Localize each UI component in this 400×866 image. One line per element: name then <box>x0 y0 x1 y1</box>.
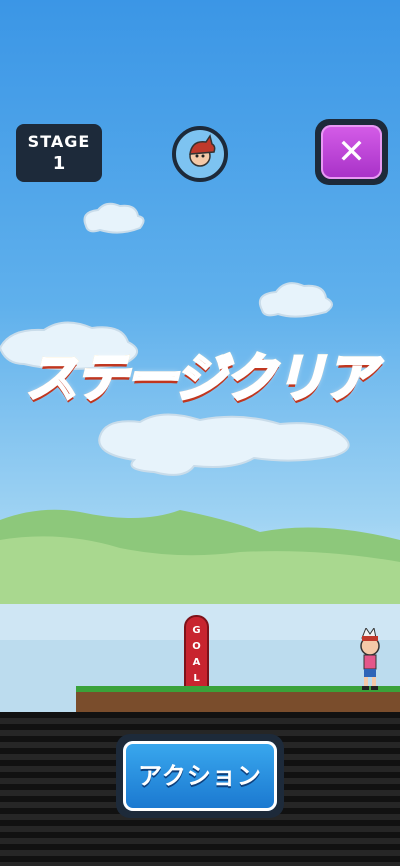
cloud <box>258 282 333 318</box>
close-icon: ✕ <box>337 132 366 172</box>
action-button-label: アクション <box>138 762 262 790</box>
goal-letter: L <box>193 673 200 684</box>
cloud <box>83 202 145 234</box>
stage-clear-text: ステージクリア <box>24 348 378 411</box>
close-button[interactable]: ✕ <box>315 119 388 185</box>
character-face <box>189 134 216 167</box>
character-icon[interactable] <box>172 126 228 182</box>
action-button-face: アクション <box>123 741 277 811</box>
goal-flag: G O A L <box>184 615 209 689</box>
action-button[interactable]: アクション <box>116 734 284 818</box>
stage-indicator: STAGE 1 <box>16 124 102 182</box>
stage-label: STAGE <box>27 132 91 151</box>
goal-letter: G <box>192 625 201 636</box>
cloud <box>98 413 350 476</box>
game-scene: STAGE 1 ✕ ステージクリア G O A L アクション <box>0 0 400 866</box>
close-button-face: ✕ <box>321 125 382 179</box>
stage-clear-banner: ステージクリア <box>0 336 400 411</box>
goal-letter: A <box>192 657 201 668</box>
goal-letter: O <box>192 641 201 652</box>
player-character <box>360 628 380 690</box>
stage-number: 1 <box>52 153 66 174</box>
